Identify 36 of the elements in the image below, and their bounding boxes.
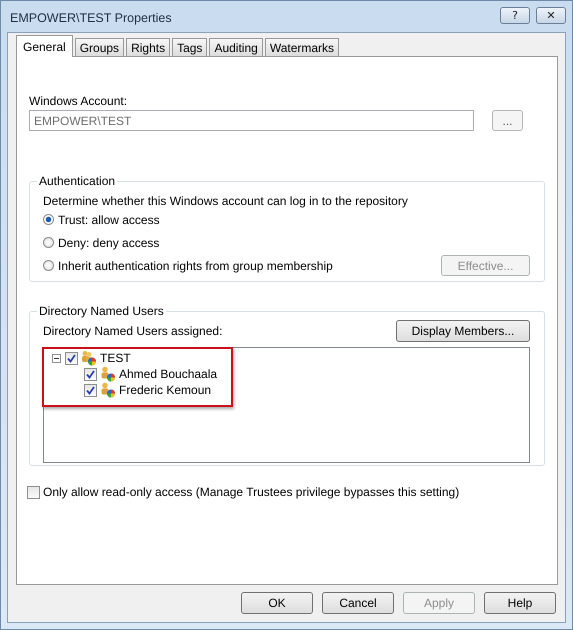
collapse-toggle[interactable] (52, 354, 63, 362)
help-button[interactable]: ? (500, 7, 530, 24)
checkbox[interactable] (84, 368, 97, 380)
list-label: Directory Named Users assigned: (43, 324, 222, 338)
tab[interactable]: Auditing (209, 38, 263, 56)
user-icon (99, 366, 116, 382)
tab[interactable]: Rights (126, 38, 170, 56)
radio-button[interactable] (43, 237, 54, 248)
tab[interactable]: General (16, 35, 73, 57)
tree-item[interactable]: TEST (100, 351, 131, 365)
tab[interactable]: Groups (74, 38, 124, 56)
tab[interactable]: Tags (172, 38, 208, 56)
radio-button[interactable] (43, 260, 54, 271)
checkbox-label[interactable]: Only allow read-only access (Manage Trustees privilege bypasses this setting) (43, 485, 460, 499)
tree-item[interactable]: Frederic Kemoun (119, 383, 212, 397)
description-text: Determine whether this Windows account can log in to the repository (43, 194, 409, 208)
user-icon (99, 382, 116, 398)
dialog-button[interactable]: OK (241, 592, 313, 614)
tree-item[interactable]: Ahmed Bouchaala (119, 367, 218, 381)
radio-label[interactable]: Trust: allow access (58, 212, 160, 226)
tab[interactable]: Watermarks (264, 38, 340, 56)
group-title: Authentication (38, 174, 116, 188)
dialog-button[interactable]: Cancel (322, 592, 394, 614)
group-title: Directory Named Users (38, 304, 165, 318)
display-members-button[interactable]: Display Members... (396, 320, 530, 342)
radio-button[interactable] (43, 214, 54, 225)
field-label: Windows Account: (29, 94, 128, 108)
radio-label[interactable]: Inherit authentication rights from group membership (58, 258, 333, 272)
dialog-button[interactable]: Help (484, 592, 556, 614)
checkbox[interactable] (65, 352, 78, 364)
radio-label[interactable]: Deny: deny access (58, 236, 160, 250)
checkbox[interactable] (84, 384, 97, 396)
checkbox[interactable] (27, 486, 40, 498)
close-button[interactable]: ✕ (536, 7, 566, 24)
user-group-icon (80, 350, 97, 366)
window-title: EMPOWER\TEST Properties (9, 10, 172, 24)
